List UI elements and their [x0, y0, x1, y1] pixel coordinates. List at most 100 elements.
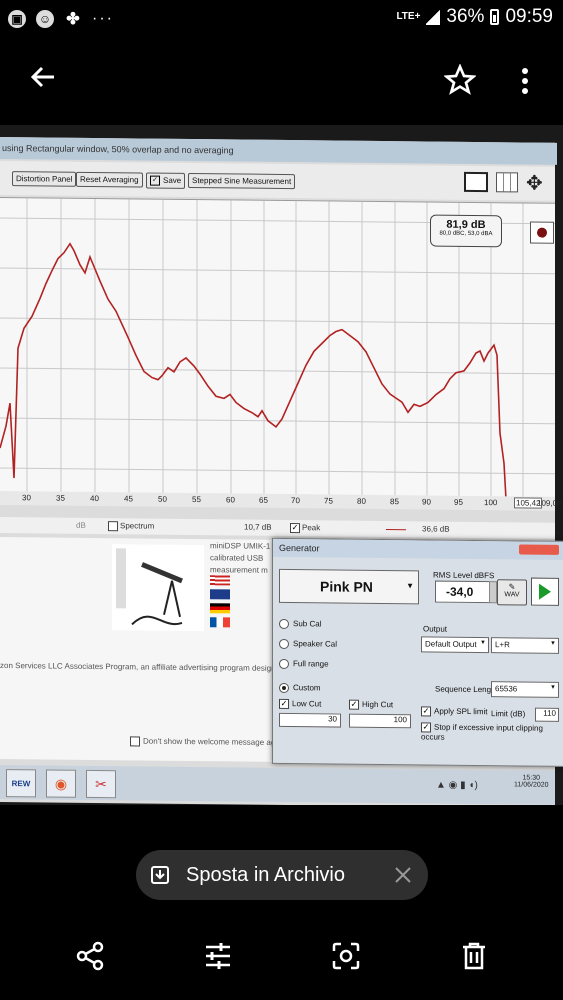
favorite-button[interactable] [443, 63, 477, 104]
tray-icons[interactable]: ▲ ◉ ▮ ◖) [436, 780, 478, 791]
dont-show-checkbox[interactable]: Don't show the welcome message again [130, 736, 286, 748]
speaker-cal-radio[interactable]: Speaker Cal [279, 638, 338, 650]
low-cut-label: Low Cut [292, 699, 322, 709]
share-button[interactable] [70, 936, 110, 976]
close-window-icon[interactable] [519, 544, 559, 555]
battery-percent: 36% [446, 6, 485, 27]
peak-swatch [386, 529, 406, 531]
paint-taskbar-button[interactable]: ✂ [86, 769, 116, 799]
chevron-down-icon: ▼ [480, 640, 486, 647]
signal-select[interactable]: Pink PN ▼ [279, 568, 419, 605]
checkbox-box [130, 736, 140, 747]
signal-value: Pink PN [320, 578, 373, 595]
spectrum-checkbox[interactable] [108, 521, 118, 532]
low-cut-value: 30 [328, 714, 337, 724]
archive-snackbar[interactable]: Sposta in Archivio [136, 850, 428, 900]
flag-us-icon[interactable] [210, 575, 230, 586]
chevron-down-icon: ▼ [406, 581, 414, 591]
chevron-down-icon: ▼ [550, 640, 556, 647]
monitor-screen: using Rectangular window, 50% overlap an… [0, 137, 563, 805]
more-options-button[interactable] [518, 66, 532, 104]
sequence-length-select[interactable]: 65536 ▼ [491, 681, 559, 698]
output-device-select[interactable]: Default Output ▼ [421, 636, 489, 654]
x-end-label: 109,0Hz [537, 498, 563, 508]
x-tick: 100 [484, 498, 498, 508]
x-tick: 40 [90, 493, 99, 504]
speaker-cal-label: Speaker Cal [293, 639, 338, 649]
taskbar-clock[interactable]: 15:30 11/06/2020 [514, 774, 549, 788]
close-icon[interactable] [394, 866, 412, 884]
record-button[interactable] [530, 221, 554, 244]
apply-spl-checkbox[interactable]: ✓ Apply SPL limit [421, 706, 488, 717]
checkbox-box: ✓ [421, 722, 431, 733]
radio-dot [279, 658, 289, 670]
custom-radio[interactable]: Custom [279, 682, 321, 694]
spectrum-value: 10,7 dB [244, 522, 272, 532]
checkbox-box: ✓ [421, 706, 431, 717]
flag-fr-icon[interactable] [210, 617, 230, 628]
signal-icon [426, 9, 441, 25]
rms-label: RMS Level dBFS [433, 570, 495, 581]
save-button[interactable]: ✓ Save [146, 172, 186, 189]
sub-cal-radio[interactable]: Sub Cal [279, 618, 321, 630]
limit-value: 110 [543, 708, 556, 718]
welcome-title: miniDSP UMIK-1 [210, 541, 271, 551]
flag-de-icon[interactable] [210, 603, 230, 614]
lens-icon [332, 942, 360, 970]
peak-checkbox[interactable]: ✓ [290, 523, 300, 534]
x-tick: 30 [22, 493, 31, 503]
share-icon [76, 941, 104, 971]
full-range-radio[interactable]: Full range [279, 658, 329, 670]
wav-icon: ✎ [508, 582, 516, 592]
delete-button[interactable] [454, 936, 494, 976]
app-taskbar-button[interactable]: ◉ [46, 769, 76, 798]
back-button[interactable] [28, 62, 58, 100]
taskbar-date: 11/06/2020 [514, 781, 549, 789]
rew-taskbar-button[interactable]: REW [6, 769, 36, 798]
flag-uk-icon[interactable] [210, 589, 230, 600]
peak-value: 36,6 dB [422, 524, 450, 534]
sequence-length-label: Sequence Length [435, 684, 498, 695]
peak-label: Peak [302, 523, 321, 533]
photo-viewer[interactable]: using Rectangular window, 50% overlap an… [0, 125, 563, 805]
output-label: Output [423, 624, 448, 634]
reset-averaging-button[interactable]: Reset Averaging [76, 171, 143, 188]
x-tick: 50 [158, 494, 167, 504]
radio-dot [279, 618, 289, 630]
limit-field[interactable]: 110 [535, 707, 559, 722]
stepped-sine-button[interactable]: Stepped Sine Measurement [188, 172, 296, 190]
distortion-panel-button[interactable]: Distortion Panel [12, 171, 77, 187]
expand-icon[interactable]: ✥ [526, 171, 543, 196]
affiliate-text: zon Services LLC Associates Program, an … [0, 661, 272, 673]
spectrum-chart[interactable]: 81,9 dB 80,0 dBC, 53,0 dBA [0, 197, 555, 500]
more-vert-icon [522, 68, 528, 94]
stop-clipping-checkbox[interactable]: ✓ Stop if excessive input clipping occurs [421, 722, 563, 743]
generator-title: Generator [279, 542, 320, 554]
high-cut-field[interactable]: 100 [349, 713, 411, 729]
low-cut-checkbox[interactable]: ✓ Low Cut [279, 698, 322, 710]
high-cut-checkbox[interactable]: ✓ High Cut [349, 699, 393, 710]
play-button[interactable] [531, 577, 559, 606]
generator-titlebar: Generator [273, 538, 563, 560]
chevron-down-icon: ▼ [550, 684, 556, 691]
archive-icon [151, 866, 169, 884]
high-cut-value: 100 [393, 715, 407, 725]
radio-dot [279, 638, 289, 650]
output-channel-select[interactable]: L+R ▼ [491, 637, 559, 654]
limit-label: Limit (dB) [491, 709, 526, 719]
edit-button[interactable] [198, 936, 238, 976]
wav-button[interactable]: ✎ WAV [497, 579, 527, 606]
legend-db: dB [76, 520, 86, 530]
clock: 09:59 [505, 6, 553, 27]
lens-button[interactable] [326, 936, 366, 976]
delete-icon [463, 942, 485, 970]
split-view-icon[interactable] [496, 172, 518, 193]
view-mode-icon[interactable] [464, 171, 488, 193]
rms-level-field[interactable]: -34,0 [435, 580, 491, 604]
wav-label: WAV [504, 591, 520, 599]
low-cut-field[interactable]: 30 [279, 712, 341, 728]
rms-spinner[interactable] [489, 581, 497, 604]
umik-product-image [112, 544, 204, 632]
welcome-line3: measurement m [210, 565, 268, 575]
checkbox-box: ✓ [279, 698, 289, 710]
